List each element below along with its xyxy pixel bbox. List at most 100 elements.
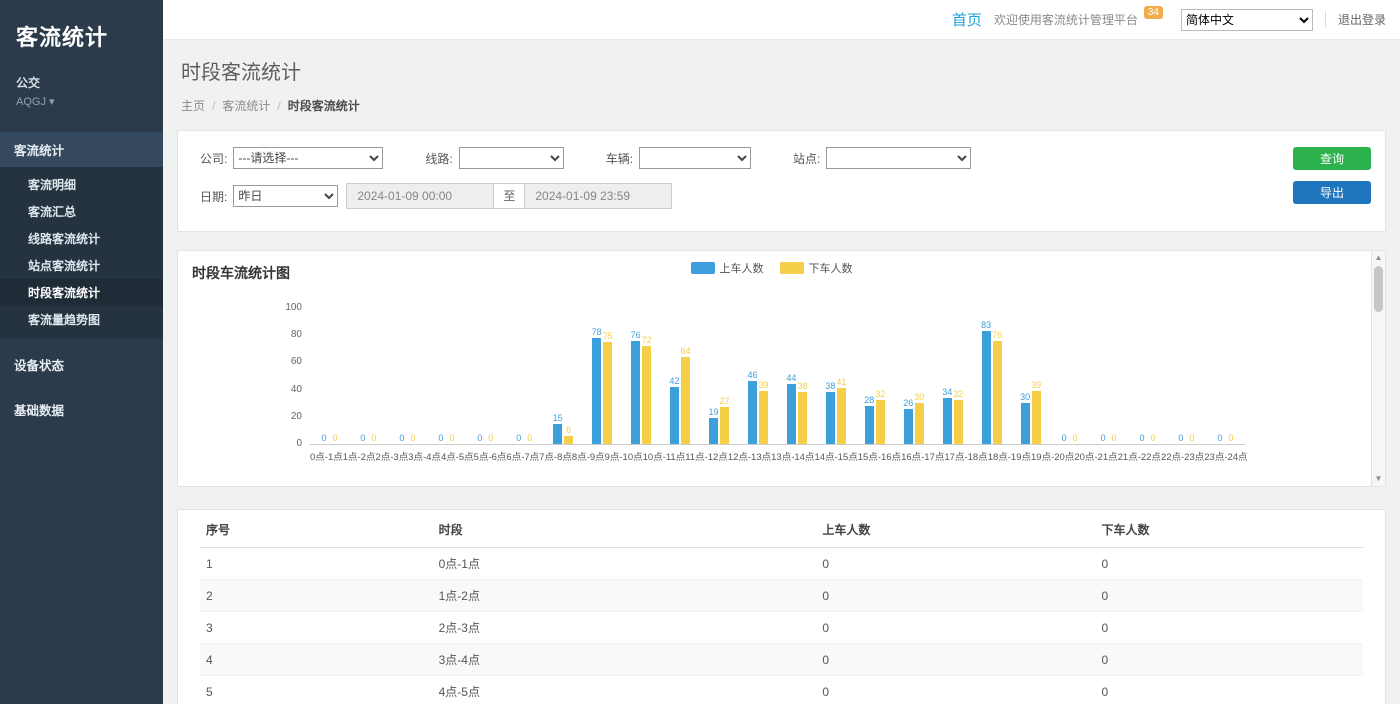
bar-value-label: 0: [399, 433, 404, 443]
bar-value-label: 76: [631, 330, 641, 340]
scroll-down-icon[interactable]: ▼: [1372, 472, 1385, 486]
bar-boarding: 42: [670, 387, 679, 444]
bar-value-label: 15: [553, 413, 563, 423]
vehicle-select[interactable]: [639, 147, 751, 169]
bar-value-label: 0: [1073, 433, 1078, 443]
sidebar-item-4[interactable]: 时段客流统计: [0, 279, 163, 306]
sidebar-section-passenger-stats[interactable]: 客流统计: [0, 132, 163, 167]
date-to-input[interactable]: [524, 183, 672, 209]
sidebar-children: 客流明细客流汇总线路客流统计站点客流统计时段客流统计客流量趋势图: [0, 167, 163, 339]
bar-value-label: 0: [438, 433, 443, 443]
bar-alighting: 6: [564, 436, 573, 444]
bar-value-label: 28: [864, 395, 874, 405]
bar-alighting: 32: [876, 400, 885, 444]
export-button[interactable]: 导出: [1293, 181, 1371, 204]
x-axis-label: 6点-7点: [506, 449, 539, 463]
bar-value-label: 83: [981, 320, 991, 330]
date-from-input[interactable]: [346, 183, 494, 209]
company-select[interactable]: ---请选择---: [233, 147, 383, 169]
breadcrumb-item[interactable]: 客流统计: [222, 99, 270, 113]
org-name: 公交: [0, 56, 163, 93]
home-link[interactable]: 首页: [952, 9, 982, 30]
chart-scrollbar[interactable]: ▲ ▼: [1371, 251, 1385, 486]
date-label: 日期:: [200, 188, 227, 205]
table-cell: 4: [200, 644, 433, 676]
bar-value-label: 0: [1217, 433, 1222, 443]
legend-label: 上车人数: [720, 260, 764, 276]
x-axis-label: 19点-20点: [1031, 449, 1074, 463]
table-cell: 0: [816, 676, 1095, 704]
date-preset-select[interactable]: 昨日: [233, 185, 338, 207]
x-axis-label: 7点-8点: [539, 449, 572, 463]
bar-value-label: 6: [566, 425, 571, 435]
y-axis-label: 20: [268, 411, 302, 422]
sidebar-item-1[interactable]: 客流汇总: [0, 198, 163, 225]
bar-group: 3432: [933, 398, 972, 444]
sidebar-item-2[interactable]: 线路客流统计: [0, 225, 163, 252]
table-row: 10点-1点00: [200, 548, 1363, 580]
table-row: 43点-4点00: [200, 644, 1363, 676]
bar-value-label: 30: [1020, 392, 1030, 402]
legend-item[interactable]: 上车人数: [691, 260, 764, 276]
bar-boarding: 19: [709, 418, 718, 444]
bar-value-label: 32: [875, 389, 885, 399]
bar-value-label: 26: [903, 398, 913, 408]
x-axis-label: 22点-23点: [1161, 449, 1204, 463]
x-axis-label: 18点-19点: [988, 449, 1031, 463]
bar-value-label: 0: [1062, 433, 1067, 443]
bar-value-label: 0: [1189, 433, 1194, 443]
sidebar-section-device-status[interactable]: 设备状态: [0, 345, 163, 384]
x-axis-label: 21点-22点: [1118, 449, 1161, 463]
bar-alighting: 75: [603, 342, 612, 444]
bar-value-label: 27: [719, 396, 729, 406]
sidebar-item-0[interactable]: 客流明细: [0, 171, 163, 198]
bar-value-label: 0: [527, 433, 532, 443]
station-label: 站点:: [793, 150, 820, 167]
query-button[interactable]: 查询: [1293, 147, 1371, 170]
y-axis-label: 60: [268, 356, 302, 367]
logout-link[interactable]: 退出登录: [1325, 11, 1386, 28]
sidebar: 客流统计 公交 AQGJ ▾ 客流统计 客流明细客流汇总线路客流统计站点客流统计…: [0, 0, 163, 704]
bar-group: 3841: [816, 388, 855, 444]
notification-badge[interactable]: 34: [1144, 6, 1163, 19]
bar-boarding: 83: [982, 331, 991, 444]
line-label: 线路:: [425, 150, 452, 167]
breadcrumb-item[interactable]: 主页: [181, 99, 205, 113]
bar-value-label: 38: [825, 381, 835, 391]
line-select[interactable]: [459, 147, 564, 169]
breadcrumb: 主页/客流统计/时段客流统计: [181, 97, 1382, 114]
chart-panel: 时段车流统计图 上车人数下车人数 00000000000015678757672…: [177, 250, 1386, 487]
bar-group: 2832: [855, 400, 894, 444]
table-cell: 1点-2点: [433, 580, 817, 612]
bar-value-label: 42: [670, 376, 680, 386]
bar-group: 7875: [583, 338, 622, 444]
table-header-cell: 下车人数: [1095, 512, 1363, 548]
sidebar-item-5[interactable]: 客流量趋势图: [0, 306, 163, 333]
sidebar-item-3[interactable]: 站点客流统计: [0, 252, 163, 279]
bar-value-label: 32: [953, 389, 963, 399]
x-axis-label: 11点-12点: [685, 449, 728, 463]
bar-value-label: 39: [758, 380, 768, 390]
bar-alighting: 41: [837, 388, 846, 444]
language-select[interactable]: 简体中文: [1181, 9, 1313, 31]
table-cell: 2: [200, 580, 433, 612]
bar-boarding: 26: [904, 409, 913, 444]
bar-value-label: 0: [516, 433, 521, 443]
scroll-up-icon[interactable]: ▲: [1372, 251, 1385, 265]
table-cell: 0: [816, 548, 1095, 580]
chart-xlabels: 0点-1点1点-2点2点-3点3点-4点4点-5点5点-6点6点-7点7点-8点…: [310, 449, 1245, 463]
scrollbar-thumb[interactable]: [1374, 266, 1383, 312]
chart-legend: 上车人数下车人数: [178, 260, 1365, 276]
bar-value-label: 0: [449, 433, 454, 443]
org-code-dropdown[interactable]: AQGJ ▾: [0, 93, 163, 124]
bar-value-label: 0: [371, 433, 376, 443]
date-range-separator: 至: [494, 183, 524, 209]
sidebar-section-base-data[interactable]: 基础数据: [0, 390, 163, 429]
bar-value-label: 30: [914, 392, 924, 402]
bar-value-label: 41: [836, 377, 846, 387]
station-select[interactable]: [826, 147, 971, 169]
bar-group: 8376: [972, 331, 1011, 444]
table-cell: 0: [1095, 612, 1363, 644]
legend-item[interactable]: 下车人数: [780, 260, 853, 276]
bar-group: 4264: [661, 357, 700, 444]
